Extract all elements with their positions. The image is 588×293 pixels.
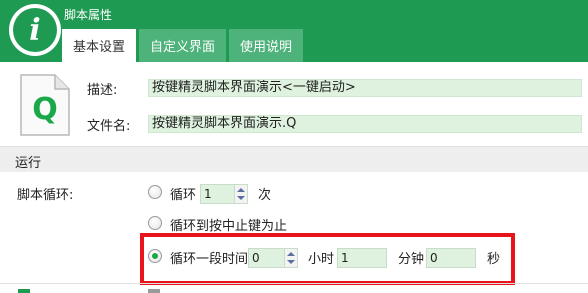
minutes-unit: 分钟	[398, 252, 425, 267]
info-icon: i	[13, 8, 57, 52]
description-field[interactable]: 按键精灵脚本界面演示<一键启动>	[148, 79, 582, 97]
filename-label: 文件名:	[87, 119, 131, 134]
script-loop-label: 脚本循环:	[17, 188, 74, 203]
script-file-icon: Q	[20, 74, 70, 136]
run-section-title: 运行	[15, 156, 42, 171]
hours-value: 0	[252, 251, 260, 265]
loop-count-unit: 次	[258, 188, 272, 203]
loop-count-label: 循环	[170, 188, 197, 203]
loop-count-stepper[interactable]: 1	[200, 184, 248, 204]
minutes-field[interactable]: 1	[337, 248, 387, 268]
spin-up-icon[interactable]	[237, 188, 245, 192]
window-title: 脚本属性	[64, 8, 113, 22]
loop-duration-label: 循环一段时间	[170, 252, 249, 267]
spin-up-icon[interactable]	[287, 252, 295, 256]
hours-stepper[interactable]: 0	[248, 248, 298, 268]
loop-duration-radio[interactable]	[148, 249, 162, 263]
bottom-checkbox-edge	[148, 289, 160, 293]
hours-unit: 小时	[308, 252, 335, 267]
run-section-header: 运行	[0, 146, 588, 172]
bottom-checkbox-edge	[18, 289, 30, 293]
tab-bar: 基本设置 自定义界面 使用说明	[62, 29, 304, 62]
spin-down-icon[interactable]	[287, 260, 295, 264]
file-icon-letter: Q	[32, 92, 58, 127]
tab-usage-notes[interactable]: 使用说明	[229, 29, 304, 62]
app-logo: i	[9, 4, 61, 56]
tab-custom-ui[interactable]: 自定义界面	[139, 29, 227, 62]
loop-until-stop-radio[interactable]	[148, 216, 162, 230]
title-bar: i 脚本属性 基本设置 自定义界面 使用说明	[0, 0, 588, 62]
loop-count-radio[interactable]	[148, 185, 162, 199]
description-label: 描述:	[87, 83, 118, 98]
seconds-unit: 秒	[487, 252, 501, 267]
spin-down-icon[interactable]	[237, 196, 245, 200]
loop-until-stop-label: 循环到按中止键为止	[170, 219, 288, 234]
filename-field[interactable]: 按键精灵脚本界面演示.Q	[148, 115, 582, 133]
spin-arrows[interactable]	[234, 185, 247, 203]
spin-arrows[interactable]	[284, 249, 297, 267]
loop-count-value: 1	[204, 187, 212, 201]
bottom-divider	[0, 283, 588, 284]
tab-basic-settings[interactable]: 基本设置	[62, 29, 137, 62]
seconds-field[interactable]: 0	[426, 248, 476, 268]
